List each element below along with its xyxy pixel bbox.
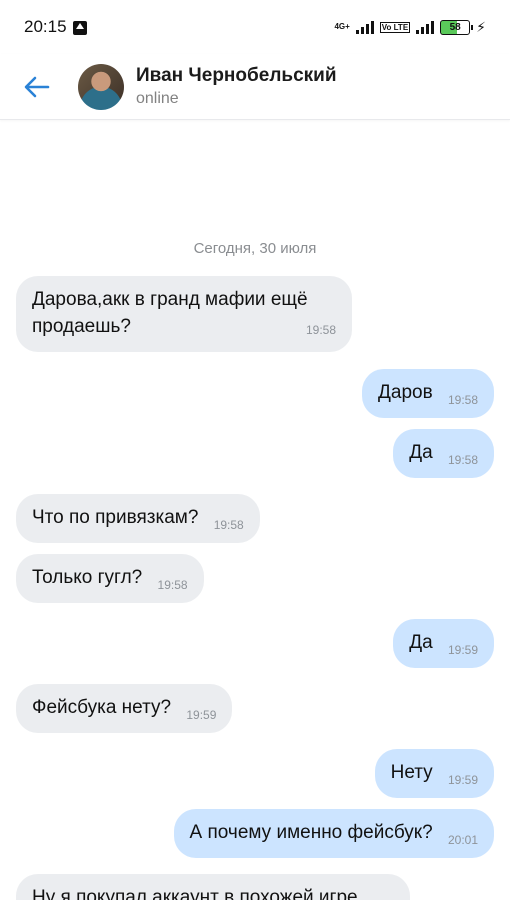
message-outgoing[interactable]: Нету 19:59 [374, 749, 494, 798]
charging-icon: ⚡ [476, 18, 486, 35]
contact-info[interactable]: Иван Чернобельский online [136, 64, 337, 110]
signal-icon-2 [416, 20, 435, 34]
message-time: 19:59 [186, 708, 217, 722]
message-incoming[interactable]: Только гугл? 19:58 [16, 554, 204, 603]
message-list[interactable]: Сегодня, 30 июля Дарова,акк в гранд мафи… [0, 121, 510, 900]
message-text: Нету [390, 762, 433, 783]
message-incoming[interactable]: Что по привязкам? 19:58 [16, 494, 260, 543]
date-separator: Сегодня, 30 июля [193, 240, 317, 257]
message-outgoing[interactable]: Да 19:58 [393, 429, 494, 478]
message-text: Да [409, 632, 433, 653]
message-text: Дарова,акк в гранд мафии ещё продаешь? [32, 289, 308, 337]
volte-icon: Vo LTE [379, 21, 411, 33]
message-text: Фейсбука нету? [32, 697, 172, 718]
message-text: Да [409, 442, 433, 463]
status-time: 20:15 [24, 17, 67, 36]
message-text: Ну я покупал аккаунт в похожей игре [32, 887, 358, 900]
arrow-left-icon [24, 76, 50, 97]
status-icons: 4G+ Vo LTE 58 ⚡ [334, 19, 486, 36]
message-text: А почему именно фейсбук? [189, 822, 433, 843]
signal-icon [355, 20, 374, 34]
upload-icon [72, 21, 87, 35]
message-time: 19:59 [447, 773, 478, 787]
message-text: Что по привязкам? [32, 507, 199, 528]
message-time: 19:58 [157, 578, 188, 592]
back-button[interactable] [0, 54, 74, 120]
message-text: Даров [378, 382, 433, 403]
contact-status: online [136, 89, 179, 107]
message-outgoing[interactable]: А почему именно фейсбук? 20:01 [173, 809, 494, 858]
status-bar: 20:15 4G+ Vo LTE 58 ⚡ [0, 0, 510, 54]
message-incoming[interactable]: Ну я покупал аккаунт в похожей игре [16, 874, 410, 900]
battery-icon: 58 [440, 19, 474, 35]
message-time: 19:59 [447, 643, 478, 657]
message-time: 19:58 [447, 453, 478, 467]
message-time: 19:58 [213, 518, 244, 532]
message-time: 19:58 [447, 393, 478, 407]
network-type-label: 4G+ [334, 22, 350, 31]
message-time: 20:01 [447, 833, 478, 847]
message-outgoing[interactable]: Да 19:59 [393, 619, 494, 668]
message-incoming[interactable]: Дарова,акк в гранд мафии ещё продаешь? 1… [16, 276, 352, 352]
chat-header: Иван Чернобельский online [0, 54, 510, 120]
message-text: Только гугл? [32, 567, 143, 588]
contact-name: Иван Чернобельский [136, 64, 337, 86]
avatar[interactable] [78, 63, 124, 110]
message-incoming[interactable]: Фейсбука нету? 19:59 [16, 684, 233, 733]
message-outgoing[interactable]: Даров 19:58 [362, 369, 494, 418]
message-time: 19:58 [305, 323, 336, 337]
